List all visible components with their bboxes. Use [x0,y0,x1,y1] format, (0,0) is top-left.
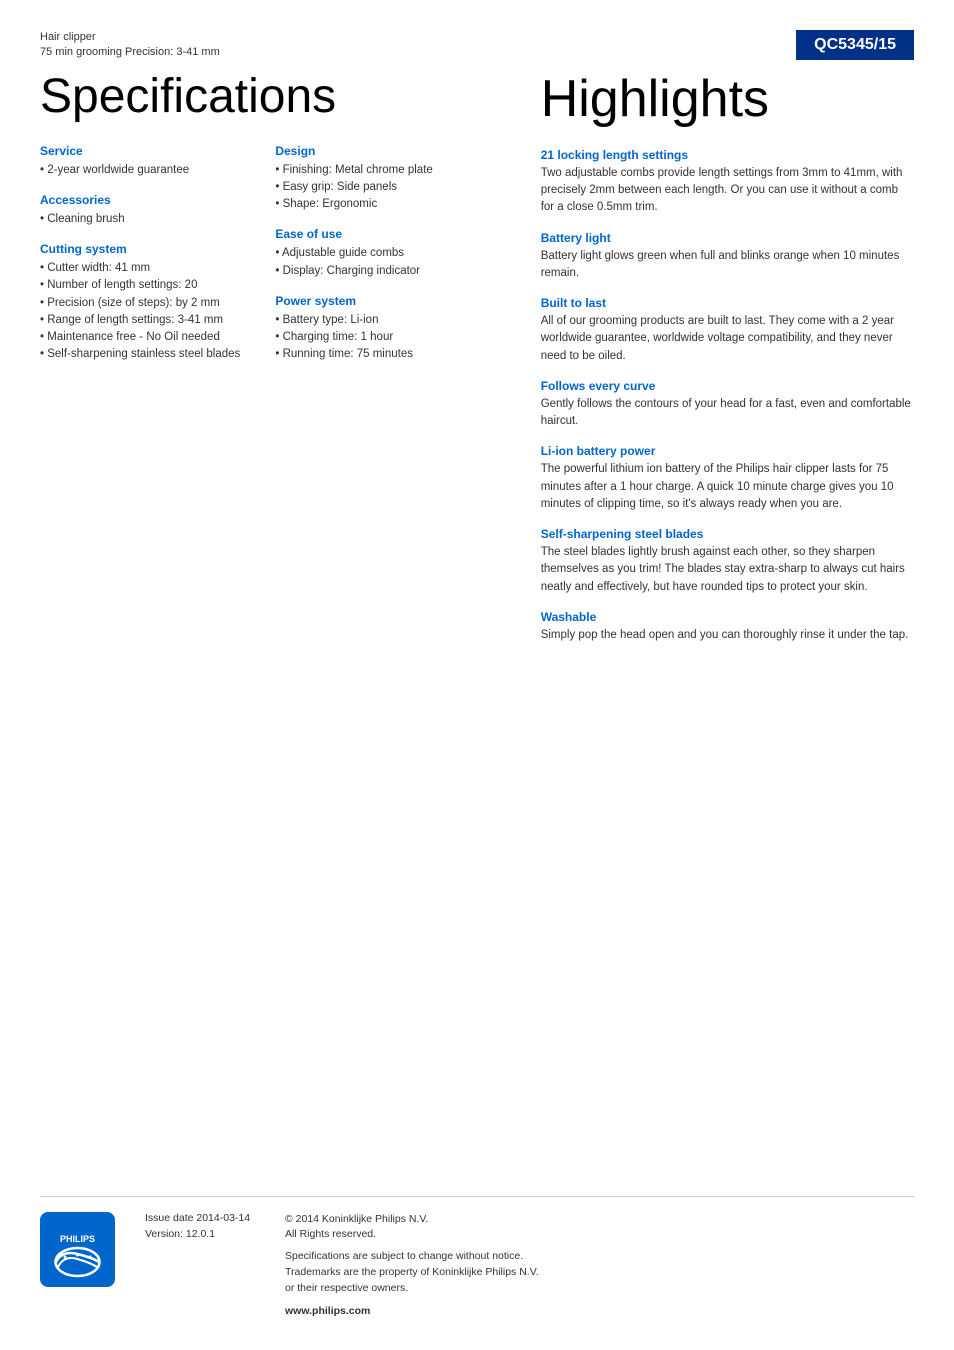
highlight-text: Gently follows the contours of your head… [541,396,914,431]
specifications-column: Specifications Service 2-year worldwide g… [40,71,521,658]
spec-item: Battery type: Li-ion [275,312,480,329]
highlight-title: Battery light [541,231,914,245]
highlight-group: Follows every curve Gently follows the co… [541,379,914,431]
version-row: Version: 12.0.1 [145,1228,255,1240]
page: Hair clipper 75 min grooming Precision: … [0,0,954,1350]
spec-group-title: Power system [275,294,480,308]
spec-item: 2-year worldwide guarantee [40,162,245,179]
spec-item: Shape: Ergonomic [275,196,480,213]
highlight-title: Follows every curve [541,379,914,393]
spec-col-right: Design Finishing: Metal chrome plateEasy … [275,144,480,378]
product-subtitle: 75 min grooming Precision: 3-41 mm [40,45,220,60]
highlight-text: Simply pop the head open and you can tho… [541,627,914,644]
highlight-text: The powerful lithium ion battery of the … [541,461,914,513]
highlight-text: Two adjustable combs provide length sett… [541,165,914,217]
highlight-group: Li-ion battery power The powerful lithium… [541,444,914,513]
spec-group-title: Service [40,144,245,158]
spec-group: Design Finishing: Metal chrome plateEasy … [275,144,480,214]
issue-label: Issue date [145,1212,196,1224]
model-badge: QC5345/15 [796,30,914,60]
footer-legal-block: © 2014 Koninklijke Philips N.V. All Righ… [285,1212,914,1321]
spec-columns: Service 2-year worldwide guarantee Accesso… [40,144,481,378]
website-link: www.philips.com [285,1304,914,1320]
highlight-title: Li-ion battery power [541,444,914,458]
highlight-text: All of our grooming products are built t… [541,313,914,365]
highlight-text: Battery light glows green when full and … [541,248,914,283]
spec-group: Cutting system Cutter width: 41 mmNumber … [40,242,245,364]
footer-meta: Issue date 2014-03-14 Version: 12.0.1 [145,1212,255,1240]
legal-text: Specifications are subject to change wit… [285,1249,914,1296]
highlight-group: Built to last All of our grooming product… [541,296,914,365]
spec-group: Service 2-year worldwide guarantee [40,144,245,179]
spec-col-left: Service 2-year worldwide guarantee Accesso… [40,144,245,378]
spec-group-title: Design [275,144,480,158]
issue-date: 2014-03-14 [196,1212,250,1224]
spec-item: Precision (size of steps): by 2 mm [40,295,245,312]
highlight-title: Washable [541,610,914,624]
highlight-group: Washable Simply pop the head open and you… [541,610,914,644]
product-type: Hair clipper [40,30,220,45]
spec-group: Accessories Cleaning brush [40,193,245,228]
content-area: Specifications Service 2-year worldwide g… [40,71,914,658]
spec-item: Self-sharpening stainless steel blades [40,346,245,363]
highlights-container: 21 locking length settings Two adjustable… [541,148,914,644]
spec-group-title: Accessories [40,193,245,207]
version-value: 12.0.1 [186,1228,215,1240]
spec-item: Finishing: Metal chrome plate [275,162,480,179]
header: Hair clipper 75 min grooming Precision: … [40,30,914,61]
spec-item: Easy grip: Side panels [275,179,480,196]
highlight-title: Self-sharpening steel blades [541,527,914,541]
copyright-text: © 2014 Koninklijke Philips N.V. All Righ… [285,1212,914,1244]
highlight-group: 21 locking length settings Two adjustable… [541,148,914,217]
highlights-column: Highlights 21 locking length settings Two… [521,71,914,658]
spec-item: Range of length settings: 3-41 mm [40,312,245,329]
spec-item: Display: Charging indicator [275,263,480,280]
highlight-group: Battery light Battery light glows green w… [541,231,914,283]
philips-logo: PHILIPS [40,1212,115,1287]
highlights-title: Highlights [541,71,914,128]
spec-item: Maintenance free - No Oil needed [40,329,245,346]
spec-group: Ease of use Adjustable guide combsDisplay… [275,227,480,280]
spec-group: Power system Battery type: Li-ionCharging… [275,294,480,364]
issue-date-row: Issue date 2014-03-14 [145,1212,255,1224]
footer: PHILIPS Issue date 2014-03-14 Version: 1… [40,1196,914,1321]
spec-item: Running time: 75 minutes [275,346,480,363]
spec-group-title: Ease of use [275,227,480,241]
highlight-text: The steel blades lightly brush against e… [541,544,914,596]
spec-item: Cutter width: 41 mm [40,260,245,277]
svg-text:PHILIPS: PHILIPS [60,1234,95,1244]
spec-item: Cleaning brush [40,211,245,228]
spec-item: Charging time: 1 hour [275,329,480,346]
highlight-group: Self-sharpening steel blades The steel bl… [541,527,914,596]
highlight-title: 21 locking length settings [541,148,914,162]
spec-item: Number of length settings: 20 [40,277,245,294]
spec-item: Adjustable guide combs [275,245,480,262]
spec-group-title: Cutting system [40,242,245,256]
product-info: Hair clipper 75 min grooming Precision: … [40,30,220,61]
highlight-title: Built to last [541,296,914,310]
specs-title: Specifications [40,71,481,124]
version-label: Version: [145,1228,186,1240]
